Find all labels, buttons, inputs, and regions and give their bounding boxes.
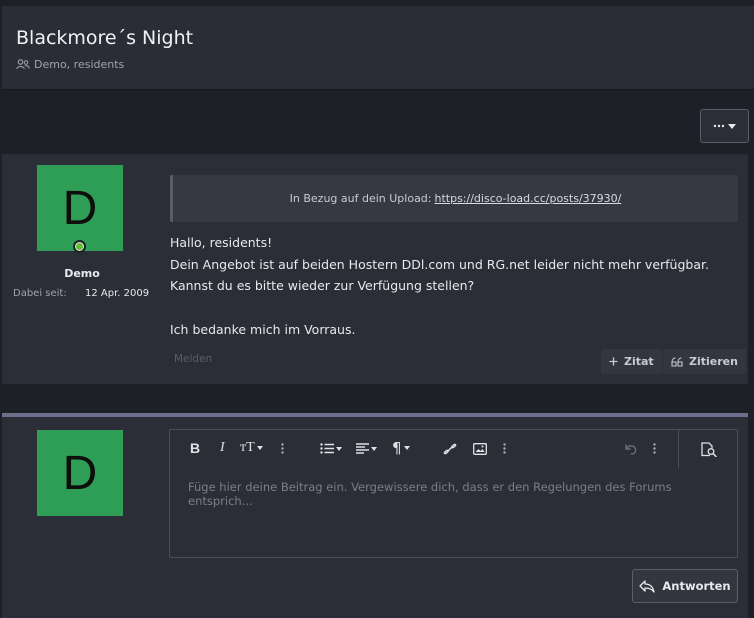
- caret-down-icon: [371, 446, 377, 451]
- caret-down-icon: [728, 123, 736, 129]
- post-greeting: Hallo, residents!: [170, 235, 273, 250]
- more-editor-options-button[interactable]: [653, 443, 656, 454]
- online-status-icon: [73, 240, 86, 253]
- reply-input[interactable]: Füge hier deine Beitrag ein. Vergewisser…: [188, 480, 737, 508]
- post-body: Hallo, residents! Dein Angebot ist auf b…: [170, 232, 730, 340]
- link-button[interactable]: [443, 442, 457, 456]
- align-left-icon: [356, 443, 369, 454]
- caret-down-icon: [256, 446, 263, 450]
- italic-button[interactable]: I: [220, 440, 225, 456]
- joined-value: 12 Apr. 2009: [85, 288, 150, 299]
- list-button[interactable]: [320, 443, 342, 454]
- editor-toolbar: B I тT ¶: [170, 430, 737, 468]
- italic-icon: I: [220, 440, 225, 455]
- participants: Demo, residents: [16, 58, 124, 71]
- users-icon: [16, 59, 30, 70]
- quote-block: In Bezug auf dein Upload: https://disco-…: [170, 175, 738, 222]
- submit-reply-label: Antworten: [662, 579, 731, 593]
- more-insert-options-button[interactable]: [503, 443, 506, 454]
- report-link[interactable]: Melden: [174, 353, 212, 365]
- image-button[interactable]: [473, 443, 487, 455]
- reply-avatar-letter: D: [62, 446, 98, 500]
- paragraph-button[interactable]: ¶: [392, 439, 410, 457]
- avatar-letter: D: [62, 181, 98, 235]
- vertical-ellipsis-icon: [281, 443, 284, 454]
- cite-button-label: Zitieren: [689, 355, 738, 368]
- preview-button[interactable]: [678, 430, 738, 468]
- vertical-ellipsis-icon: [653, 443, 656, 454]
- page-title: Blackmore´s Night: [16, 27, 194, 49]
- participants-text: Demo, residents: [34, 58, 125, 71]
- quote-marks-icon: [671, 356, 683, 367]
- reply-avatar: D: [37, 430, 123, 516]
- text-size-button[interactable]: тT: [240, 440, 263, 456]
- paragraph-icon: ¶: [392, 439, 402, 457]
- caret-down-icon: [403, 446, 410, 450]
- quote-button[interactable]: Zitat: [601, 349, 662, 374]
- joined-info: Dabei seit: 12 Apr. 2009: [13, 288, 149, 299]
- bold-button[interactable]: B: [190, 440, 200, 456]
- more-text-options-button[interactable]: [281, 443, 284, 454]
- post-line-2: Ich bedanke mich im Vorraus.: [170, 321, 356, 337]
- avatar[interactable]: D: [37, 165, 123, 251]
- vertical-ellipsis-icon: [503, 443, 506, 454]
- quote-button-label: Zitat: [624, 355, 654, 368]
- caret-down-icon: [336, 446, 342, 451]
- topic-header: Blackmore´s Night Demo, residents: [2, 6, 754, 90]
- align-button[interactable]: [356, 443, 377, 454]
- image-icon: [473, 443, 487, 455]
- more-options-button[interactable]: [700, 109, 749, 143]
- ellipsis-icon: [713, 124, 725, 128]
- bold-icon: B: [190, 440, 201, 456]
- link-icon: [443, 443, 457, 455]
- preview-icon: [700, 441, 717, 457]
- plus-icon: [609, 357, 618, 366]
- joined-label: Dabei seit:: [13, 288, 67, 299]
- quote-prefix: In Bezug auf dein Upload:: [289, 192, 432, 205]
- cite-button[interactable]: Zitieren: [663, 349, 746, 374]
- reply-arrow-icon: [639, 579, 656, 593]
- post-line-1: Dein Angebot ist auf beiden Hostern DDl.…: [170, 256, 709, 294]
- author-name[interactable]: Demo: [2, 267, 162, 280]
- undo-icon: [625, 444, 637, 455]
- post: D Demo Dabei seit: 12 Apr. 2009 In Bezug…: [2, 154, 748, 384]
- submit-reply-button[interactable]: Antworten: [632, 569, 738, 603]
- list-icon: [320, 443, 334, 454]
- reply-box: D B I тT ¶ Füge hier deine Beitrag ein. …: [2, 417, 748, 618]
- quote-link[interactable]: https://disco-load.cc/posts/37930/: [435, 192, 622, 205]
- text-size-icon: тT: [240, 440, 255, 455]
- editor: B I тT ¶ Füge hier deine Beitrag ein. Ve…: [169, 429, 738, 558]
- undo-button[interactable]: [623, 443, 637, 455]
